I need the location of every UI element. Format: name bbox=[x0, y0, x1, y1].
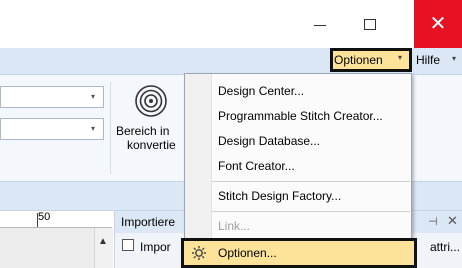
menu-item-programmable-stitch-creator[interactable]: Programmable Stitch Creator... bbox=[218, 109, 383, 123]
spiral-icon bbox=[135, 85, 167, 117]
menu-hilfe[interactable]: Hilfe bbox=[416, 53, 440, 67]
scroll-up-icon[interactable]: ▲ bbox=[98, 236, 108, 247]
import-panel-title: Importiere bbox=[121, 215, 176, 229]
chevron-down-icon: ▾ bbox=[452, 54, 457, 63]
title-bar bbox=[0, 0, 462, 34]
convert-button-label-line1: Bereich in bbox=[116, 124, 170, 138]
close-icon: ✕ bbox=[429, 13, 447, 35]
ribbon-separator bbox=[110, 82, 111, 174]
maximize-button[interactable] bbox=[358, 13, 382, 33]
vertical-scrollbar[interactable] bbox=[94, 228, 113, 268]
menu-item-stitch-design-factory[interactable]: Stitch Design Factory... bbox=[218, 189, 341, 203]
combo-box[interactable]: ▾ bbox=[0, 118, 104, 140]
menu-item-design-center[interactable]: Design Center... bbox=[218, 84, 304, 98]
ruler-label: 50 bbox=[38, 211, 51, 223]
chevron-down-icon: ▾ bbox=[398, 53, 403, 62]
close-icon[interactable]: ✕ bbox=[447, 213, 458, 229]
grid-icon bbox=[122, 239, 134, 251]
menu-item-optionen-label: Optionen... bbox=[218, 246, 277, 260]
menu-optionen-label: Optionen bbox=[334, 53, 383, 67]
menu-separator bbox=[212, 181, 410, 182]
convert-button-label-line2: konvertie bbox=[127, 138, 176, 152]
menu-item-design-database[interactable]: Design Database... bbox=[218, 134, 320, 148]
pin-icon[interactable]: ⊣ bbox=[428, 215, 438, 228]
chevron-down-icon: ▾ bbox=[91, 124, 96, 133]
minimize-button[interactable] bbox=[308, 17, 332, 33]
menu-separator bbox=[212, 211, 410, 212]
import-row-label[interactable]: Impor bbox=[140, 240, 171, 254]
horizontal-ruler bbox=[0, 211, 112, 228]
attributes-label[interactable]: attri... bbox=[430, 240, 460, 254]
menu-item-link: Link... bbox=[218, 219, 251, 233]
chevron-down-icon: ▾ bbox=[91, 92, 96, 101]
menu-item-font-creator[interactable]: Font Creator... bbox=[218, 159, 295, 173]
menu-item-optionen[interactable] bbox=[181, 238, 417, 268]
close-button[interactable]: ✕ bbox=[414, 0, 462, 48]
combo-box[interactable]: ▾ bbox=[0, 86, 104, 108]
gear-icon bbox=[192, 246, 206, 260]
